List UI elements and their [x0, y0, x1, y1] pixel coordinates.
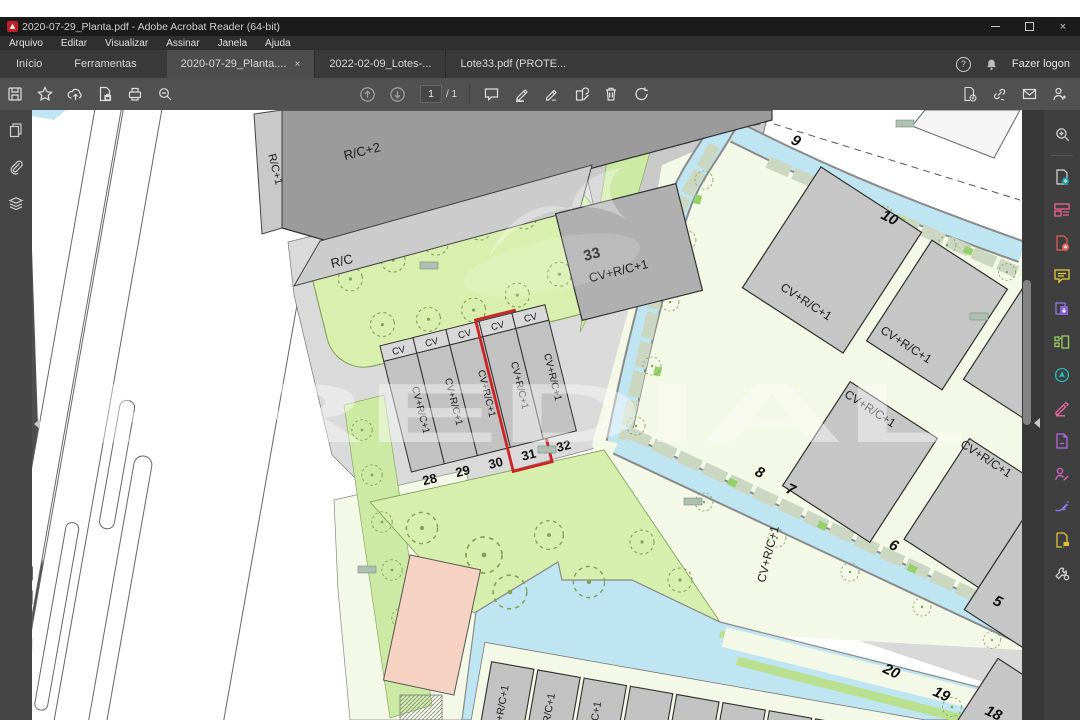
email-icon[interactable] [1014, 81, 1044, 107]
page-thumbnails-icon[interactable] [8, 122, 24, 143]
screenshot-root: { "window": {"title": "2020-07-29_Planta… [0, 0, 1080, 720]
export-pdf-icon[interactable] [954, 81, 984, 107]
star-icon[interactable] [30, 81, 60, 107]
export-pdf-icon[interactable] [1047, 160, 1077, 193]
comment-icon[interactable] [476, 81, 506, 107]
menu-bar: Arquivo Editar Visualizar Assinar Janela… [0, 36, 1080, 50]
trash-icon[interactable] [596, 81, 626, 107]
comment-icon[interactable] [1047, 259, 1077, 292]
menu-assinar[interactable]: Assinar [157, 38, 208, 49]
certificates-icon[interactable] [1047, 490, 1077, 523]
menu-visualizar[interactable]: Visualizar [96, 38, 157, 49]
highlight-icon[interactable] [506, 81, 536, 107]
right-panel-collapse-handle[interactable] [1034, 418, 1040, 428]
send-comments-icon[interactable] [1047, 523, 1077, 556]
help-icon[interactable]: ? [956, 57, 971, 72]
scrollbar-thumb[interactable] [1023, 280, 1031, 425]
left-panel-collapse-handle[interactable] [34, 419, 40, 429]
rotate-icon[interactable] [626, 81, 656, 107]
toolbar-right-group [954, 78, 1074, 110]
page-total-label: / 1 [446, 89, 457, 100]
menu-janela[interactable]: Janela [209, 38, 256, 49]
fill-sign-icon[interactable] [1047, 391, 1077, 424]
more-tools-icon[interactable] [1047, 556, 1077, 589]
request-signatures-icon[interactable] [1047, 457, 1077, 490]
doc-tab-label: 2020-07-29_Planta.... [181, 58, 287, 70]
acrobat-app-icon [7, 21, 18, 32]
doc-tab-label: 2022-02-09_Lotes-... [329, 58, 431, 70]
combine-files-icon[interactable] [1047, 292, 1077, 325]
share-link-icon[interactable] [984, 81, 1014, 107]
page-up-icon[interactable] [352, 81, 382, 107]
right-tools-rail [1044, 110, 1080, 720]
close-button[interactable]: × [1046, 17, 1080, 36]
toolbar: 1 / 1 [0, 78, 1080, 111]
doc-tab-lote33[interactable]: Lote33.pdf (PROTE... [445, 50, 580, 78]
page-number-input[interactable]: 1 [420, 85, 442, 103]
convert-pdf-icon[interactable] [1047, 358, 1077, 391]
find-icon[interactable] [150, 81, 180, 107]
tab-close-icon[interactable]: × [294, 59, 300, 70]
fill-sign-icon[interactable] [536, 81, 566, 107]
restore-button[interactable] [1012, 17, 1046, 36]
menu-editar[interactable]: Editar [52, 38, 96, 49]
menu-arquivo[interactable]: Arquivo [0, 38, 52, 49]
layers-icon[interactable] [8, 196, 24, 217]
find-icon[interactable] [1047, 118, 1077, 151]
create-form-icon[interactable] [1047, 193, 1077, 226]
print-icon[interactable] [120, 81, 150, 107]
protected-file-icon[interactable] [90, 81, 120, 107]
tabbar-right-group: ? Fazer logon [956, 50, 1070, 78]
doc-tab-lotes[interactable]: 2022-02-09_Lotes-... [314, 50, 445, 78]
doc-tab-label: Lote33.pdf (PROTE... [460, 58, 566, 70]
watermark-text: PREDIAL [87, 366, 967, 460]
tab-ferramentas[interactable]: Ferramentas [58, 50, 152, 78]
left-panel-rail [0, 110, 32, 720]
attachments-icon[interactable] [8, 159, 24, 180]
save-icon[interactable] [0, 81, 30, 107]
page-down-icon[interactable] [382, 81, 412, 107]
notifications-bell-icon[interactable] [985, 58, 998, 71]
doc-tab-planta[interactable]: 2020-07-29_Planta.... × [167, 50, 315, 78]
title-bar: 2020-07-29_Planta.pdf - Adobe Acrobat Re… [0, 17, 1080, 36]
edit-pdf-icon[interactable] [1047, 424, 1077, 457]
menu-ajuda[interactable]: Ajuda [256, 38, 300, 49]
share-person-icon[interactable] [1044, 81, 1074, 107]
pdf-canvas[interactable]: R/C+2 R/C R/C+1 33 CV+R/C+1 CV CV+R/C+1 … [32, 110, 1022, 720]
minimize-button[interactable] [978, 17, 1012, 36]
create-pdf-icon[interactable] [1047, 226, 1077, 259]
tab-inicio[interactable]: Início [0, 50, 58, 78]
tab-bar: Início Ferramentas 2020-07-29_Planta....… [0, 50, 1080, 78]
window-title: 2020-07-29_Planta.pdf - Adobe Acrobat Re… [22, 21, 280, 33]
login-button[interactable]: Fazer logon [1012, 58, 1070, 70]
cloud-upload-icon[interactable] [60, 81, 90, 107]
organize-pages-icon[interactable] [1047, 325, 1077, 358]
edit-page-icon[interactable] [566, 81, 596, 107]
